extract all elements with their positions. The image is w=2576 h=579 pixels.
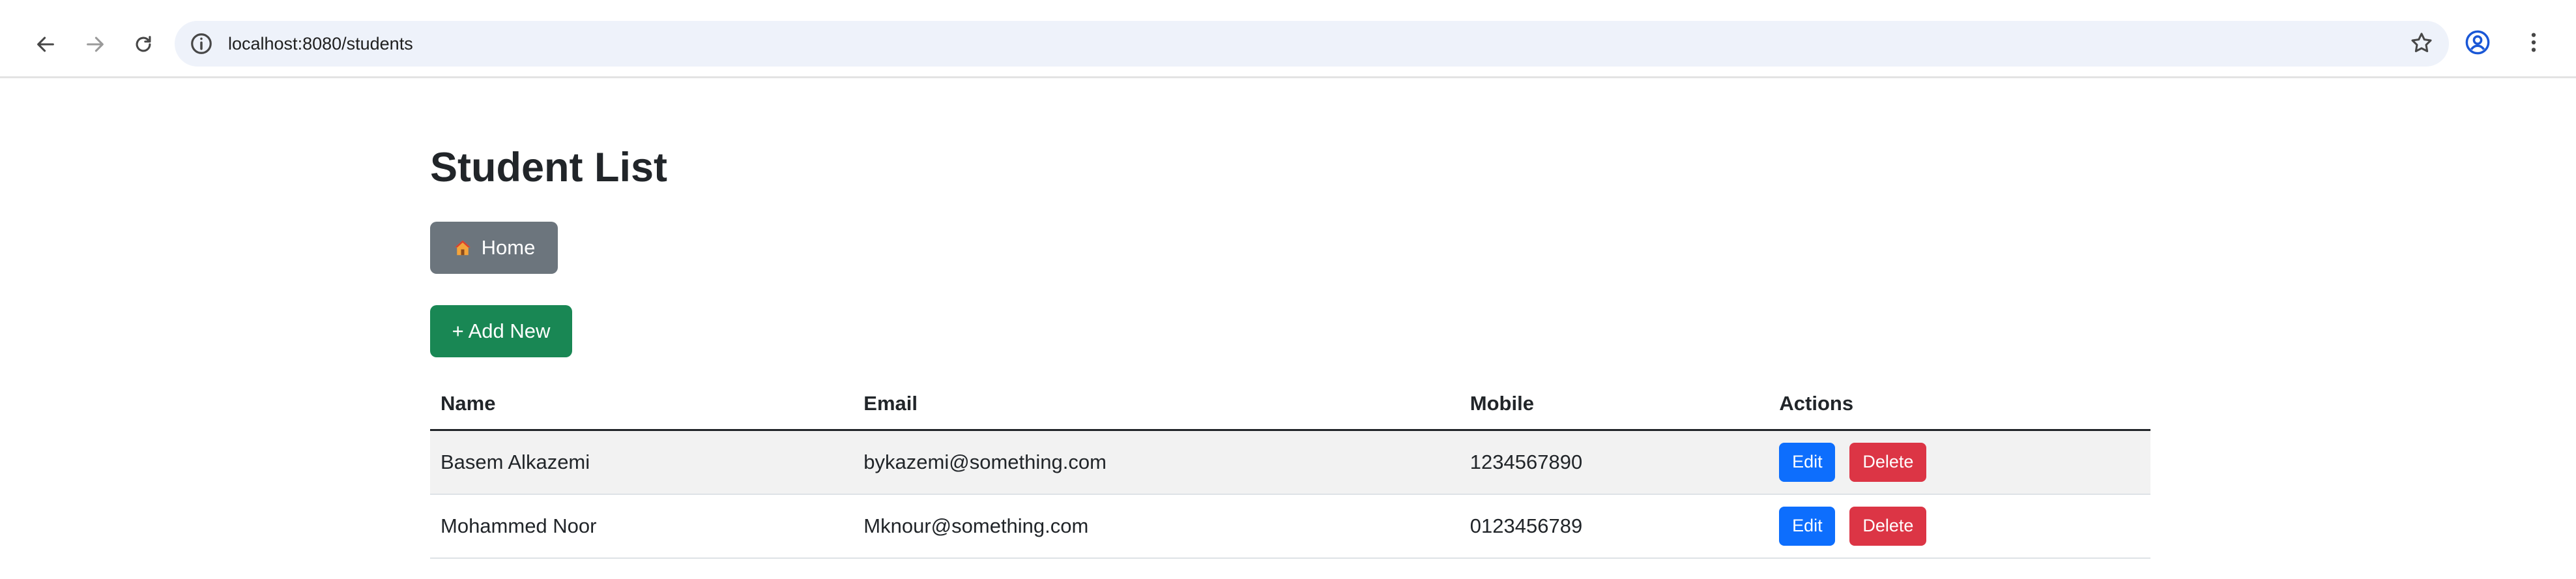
student-name: Mohammed Noor [430, 494, 854, 559]
student-actions: Edit Delete [1769, 494, 2150, 559]
url-text[interactable]: localhost:8080/students [228, 21, 413, 67]
arrow-right-icon [87, 37, 104, 52]
browser-menu-button[interactable] [2513, 22, 2554, 63]
forward-button[interactable] [74, 23, 116, 65]
table-header-row: Name Email Mobile Actions [430, 378, 2150, 431]
student-name: Basem Alkazemi [430, 430, 854, 495]
table-row: Mohammed Noor Mknour@something.com 01234… [430, 494, 2150, 559]
reload-button[interactable] [123, 23, 164, 65]
profile-icon [2465, 30, 2490, 55]
star-icon[interactable] [2409, 30, 2435, 56]
info-icon[interactable] [189, 31, 214, 56]
browser-toolbar: localhost:8080/students [0, 0, 2576, 78]
students-table: Name Email Mobile Actions Basem Alkazemi… [430, 378, 2150, 559]
student-email: Mknour@something.com [853, 494, 1460, 559]
table-row: Basem Alkazemi bykazemi@something.com 12… [430, 430, 2150, 495]
page-title: Student List [430, 145, 667, 190]
home-button-label: Home [481, 236, 536, 259]
header-actions: Actions [1769, 378, 2150, 431]
student-email: bykazemi@something.com [853, 430, 1460, 495]
delete-button[interactable]: Delete [1849, 442, 1927, 482]
edit-button[interactable]: Edit [1779, 506, 1836, 546]
arrow-left-icon [37, 37, 54, 52]
edit-button[interactable]: Edit [1779, 442, 1836, 482]
home-button[interactable]: Home [430, 222, 558, 274]
profile-button[interactable] [2457, 22, 2498, 63]
header-mobile: Mobile [1459, 378, 1769, 431]
add-new-button[interactable]: + Add New [430, 305, 572, 357]
home-icon [454, 240, 470, 256]
header-email: Email [853, 378, 1460, 431]
reload-icon [136, 36, 151, 52]
header-name: Name [430, 378, 854, 431]
kebab-menu-icon [2531, 33, 2536, 52]
add-new-button-label: + Add New [452, 319, 551, 342]
student-mobile: 0123456789 [1459, 494, 1769, 559]
delete-button[interactable]: Delete [1849, 506, 1927, 546]
student-mobile: 1234567890 [1459, 430, 1769, 495]
back-button[interactable] [25, 23, 66, 65]
student-actions: Edit Delete [1769, 430, 2150, 495]
address-bar[interactable]: localhost:8080/students [175, 21, 2449, 67]
